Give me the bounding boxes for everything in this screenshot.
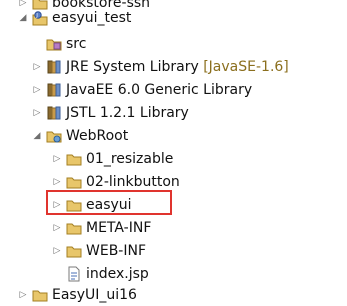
tree-item-folder-01[interactable]: ▷ 01_resizable <box>0 148 347 170</box>
project-explorer-tree: ▷ bookstore-ssh ◢ J easyui_test src ▷ JR… <box>0 0 347 303</box>
tree-item-label: src <box>66 36 87 52</box>
tree-item-easyui[interactable]: ▷ easyui <box>0 194 347 216</box>
svg-text:J: J <box>35 13 37 19</box>
expanded-arrow-icon[interactable]: ◢ <box>18 13 28 23</box>
tree-item-label: JavaEE 6.0 Generic Library <box>66 82 253 98</box>
tree-item-folder-02[interactable]: ▷ 02-linkbutton <box>0 171 347 193</box>
collapsed-arrow-icon[interactable]: ▷ <box>32 108 42 118</box>
library-icon <box>46 82 62 98</box>
library-icon <box>46 105 62 121</box>
tree-item-label: 01_resizable <box>86 151 174 167</box>
tree-item-index-jsp[interactable]: index.jsp <box>0 263 347 285</box>
tree-item-label: EasyUI_ui16 <box>52 287 137 303</box>
collapsed-arrow-icon[interactable]: ▷ <box>52 177 62 187</box>
library-icon <box>46 59 62 75</box>
folder-icon <box>66 243 82 259</box>
tree-item-project[interactable]: ◢ J easyui_test <box>0 7 347 29</box>
tree-item-label: META-INF <box>86 220 152 236</box>
collapsed-arrow-icon[interactable]: ▷ <box>52 154 62 164</box>
collapsed-arrow-icon[interactable]: ▷ <box>18 290 28 300</box>
web-folder-icon <box>46 128 62 144</box>
java-project-icon: J <box>32 10 48 26</box>
folder-icon <box>66 197 82 213</box>
tree-item-label: WEB-INF <box>86 243 146 259</box>
tree-item-label: easyui_test <box>52 10 132 26</box>
jre-version-decoration: [JavaSE-1.6] <box>203 59 289 75</box>
tree-item-next-project[interactable]: ▷ EasyUI_ui16 <box>0 284 347 306</box>
tree-item-jstl[interactable]: ▷ JSTL 1.2.1 Library <box>0 102 347 124</box>
tree-item-meta-inf[interactable]: ▷ META-INF <box>0 217 347 239</box>
tree-item-web-inf[interactable]: ▷ WEB-INF <box>0 240 347 262</box>
collapsed-arrow-icon[interactable]: ▷ <box>52 246 62 256</box>
tree-item-label: JSTL 1.2.1 Library <box>66 105 189 121</box>
tree-item-src[interactable]: src <box>0 33 347 55</box>
collapsed-arrow-icon[interactable]: ▷ <box>32 62 42 72</box>
folder-icon <box>66 151 82 167</box>
tree-item-label: WebRoot <box>66 128 129 144</box>
collapsed-arrow-icon[interactable]: ▷ <box>52 223 62 233</box>
tree-item-label: JRE System Library [JavaSE-1.6] <box>66 59 289 75</box>
tree-item-jre[interactable]: ▷ JRE System Library [JavaSE-1.6] <box>0 56 347 78</box>
source-folder-icon <box>46 36 62 52</box>
tree-item-webroot[interactable]: ◢ WebRoot <box>0 125 347 147</box>
folder-icon <box>66 220 82 236</box>
tree-item-javaee[interactable]: ▷ JavaEE 6.0 Generic Library <box>0 79 347 101</box>
tree-item-label: 02-linkbutton <box>86 174 180 190</box>
project-icon <box>32 287 48 303</box>
expanded-arrow-icon[interactable]: ◢ <box>32 131 42 141</box>
collapsed-arrow-icon[interactable]: ▷ <box>52 200 62 210</box>
tree-item-label: easyui <box>86 197 132 213</box>
jsp-file-icon <box>66 266 82 282</box>
tree-item-label: index.jsp <box>86 266 149 282</box>
folder-icon <box>66 174 82 190</box>
collapsed-arrow-icon[interactable]: ▷ <box>32 85 42 95</box>
